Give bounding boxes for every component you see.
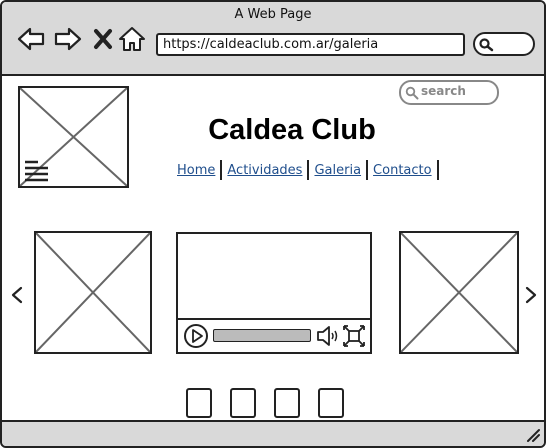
play-icon[interactable] (183, 323, 209, 349)
nav-link-home[interactable]: Home (172, 163, 220, 178)
nav-link-actividades[interactable]: Actividades (222, 163, 307, 178)
browser-toolbar: A Web Page https://caldeaclub.com.ar/gal… (2, 2, 544, 76)
search-placeholder: search (421, 84, 466, 98)
nav-separator (436, 160, 439, 180)
image-placeholder-cross (35, 232, 151, 353)
carousel-indicator[interactable] (318, 388, 344, 418)
window-title: A Web Page (234, 7, 312, 22)
browser-window: A Web Page https://caldeaclub.com.ar/gal… (0, 0, 546, 448)
video-player[interactable] (176, 232, 372, 354)
video-controls (178, 318, 370, 352)
home-icon[interactable] (117, 24, 147, 54)
image-placeholder-cross (400, 232, 518, 353)
search-icon (479, 38, 494, 52)
nav-link-contacto[interactable]: Contacto (368, 163, 437, 178)
menu-lines-icon (25, 160, 48, 182)
carousel-indicator[interactable] (274, 388, 300, 418)
carousel-indicators (186, 388, 346, 418)
resize-grip-icon[interactable] (524, 426, 540, 442)
address-bar[interactable]: https://caldeaclub.com.ar/galeria (156, 33, 465, 56)
nav-link-galeria[interactable]: Galeria (309, 163, 366, 178)
browser-search-box[interactable] (473, 32, 535, 56)
gallery-image-right[interactable] (399, 231, 519, 354)
close-icon[interactable] (88, 24, 118, 54)
carousel-indicator[interactable] (230, 388, 256, 418)
fullscreen-icon[interactable] (342, 324, 366, 348)
forward-icon[interactable] (53, 24, 83, 54)
logo-placeholder (18, 86, 129, 188)
main-navigation: Home Actividades Galeria Contacto (172, 159, 439, 181)
page-title: Caldea Club (208, 114, 376, 146)
back-icon[interactable] (16, 24, 46, 54)
site-search-input[interactable]: search (399, 80, 499, 105)
carousel-indicator[interactable] (186, 388, 212, 418)
video-progress-bar[interactable] (213, 329, 311, 342)
gallery-image-left[interactable] (34, 231, 152, 354)
chevron-right-icon[interactable] (524, 286, 538, 304)
chevron-left-icon[interactable] (10, 286, 24, 304)
browser-status-bar (2, 420, 544, 446)
volume-icon[interactable] (316, 324, 340, 348)
search-icon (405, 86, 419, 100)
